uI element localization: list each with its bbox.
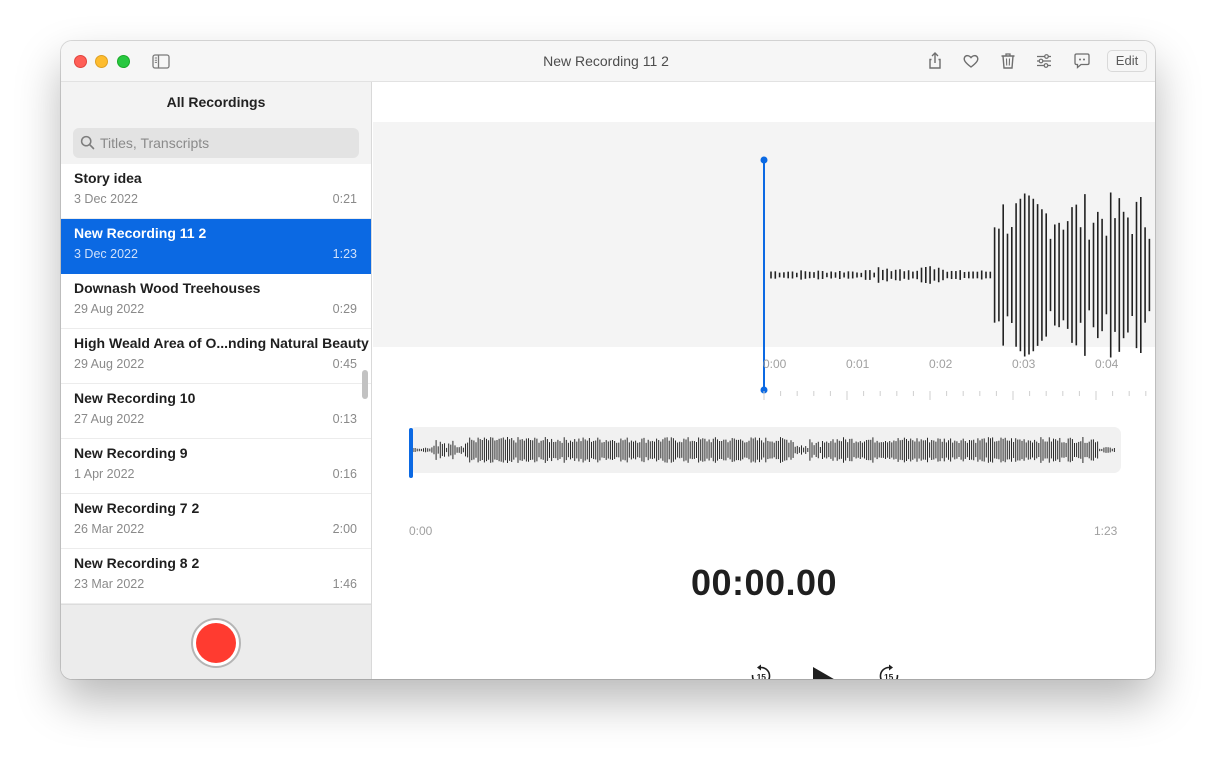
sidebar-header: All Recordings Titles, Transcripts [61,82,371,164]
recording-title: High Weald Area of O...nding Natural Bea… [74,335,369,351]
recording-date: 29 Aug 2022 [74,302,145,316]
recording-title: New Recording 7 2 [74,500,200,516]
recording-title: New Recording 10 [74,390,196,406]
sidebar: All Recordings Titles, Transcripts Story… [61,82,372,679]
skip-back-15-icon[interactable]: 15 [749,664,773,679]
record-button[interactable] [191,618,241,668]
recording-duration: 0:21 [332,192,357,206]
recording-item[interactable]: Downash Wood Treehouses 29 Aug 2022 0:29 [61,274,371,329]
search-placeholder: Titles, Transcripts [100,135,210,151]
skip-forward-label: 15 [884,672,894,679]
recording-duration: 1:46 [332,577,357,591]
overview-waveform[interactable] [409,427,1121,481]
timeline-tick: 0:01 [846,357,870,371]
overview-start-time: 0:00 [409,524,433,538]
timeline-tick: 0:03 [1012,357,1036,371]
sliders-icon[interactable] [1034,51,1054,71]
heart-icon[interactable] [961,51,981,71]
recording-title: Story idea [74,170,142,186]
recording-item[interactable]: New Recording 10 27 Aug 2022 0:13 [61,384,371,439]
recording-title: New Recording 8 2 [74,555,200,571]
share-icon[interactable] [925,51,945,71]
voice-memos-window: New Recording 11 2 Edit All Recordings T… [61,41,1155,679]
recording-duration: 2:00 [332,522,357,536]
recording-title: Downash Wood Treehouses [74,280,261,296]
player-pane: 0:00 0:01 0:02 0:03 0:04 0:00 1:23 00:00… [373,82,1155,679]
sidebar-toggle-icon[interactable] [152,54,170,69]
recording-item[interactable]: Story idea 3 Dec 2022 0:21 [61,164,371,219]
window-title: New Recording 11 2 [543,53,669,69]
recording-item[interactable]: New Recording 8 2 23 Mar 2022 1:46 [61,549,371,604]
recording-item-selected[interactable]: New Recording 11 2 3 Dec 2022 1:23 [61,219,371,274]
sidebar-footer [61,604,371,679]
recording-duration: 1:23 [332,247,357,261]
recording-date: 27 Aug 2022 [74,412,145,426]
recording-duration: 0:13 [332,412,357,426]
search-field[interactable]: Titles, Transcripts [73,128,359,158]
timeline-tick: 0:00 [763,357,787,371]
recording-date: 23 Mar 2022 [74,577,145,591]
trash-icon[interactable] [998,51,1018,71]
close-window-button[interactable] [74,55,87,68]
sidebar-title: All Recordings [166,94,266,110]
recording-date: 3 Dec 2022 [74,192,138,206]
time-display: 00:00.00 [690,562,838,603]
skip-forward-15-icon[interactable]: 15 [877,664,901,679]
recording-duration: 0:16 [332,467,357,481]
recording-date: 26 Mar 2022 [74,522,145,536]
recording-title: New Recording 11 2 [74,225,207,241]
playhead-handle[interactable] [760,156,768,164]
timeline-tick: 0:02 [929,357,953,371]
edit-button[interactable]: Edit [1107,50,1147,72]
recordings-list: Story idea 3 Dec 2022 0:21 New Recording… [61,164,371,604]
recording-item[interactable]: New Recording 7 2 26 Mar 2022 2:00 [61,494,371,549]
search-icon [80,135,95,150]
recording-item[interactable]: High Weald Area of O...nding Natural Bea… [61,329,371,384]
record-dot-icon [196,623,236,663]
recording-duration: 0:29 [332,302,357,316]
skip-back-label: 15 [757,672,767,679]
title-bar: New Recording 11 2 Edit [61,41,1155,82]
timeline-tick: 0:04 [1095,357,1119,371]
recording-date: 29 Aug 2022 [74,357,145,371]
recording-date: 3 Dec 2022 [74,247,138,261]
recording-date: 1 Apr 2022 [74,467,135,481]
list-scrollbar[interactable] [362,370,368,399]
transcript-icon[interactable] [1072,51,1092,71]
recording-title: New Recording 9 [74,445,188,461]
play-icon[interactable] [811,666,841,679]
zoom-window-button[interactable] [117,55,130,68]
recording-item[interactable]: New Recording 9 1 Apr 2022 0:16 [61,439,371,494]
overview-playhead[interactable] [409,428,413,478]
overview-end-time: 1:23 [1094,524,1118,538]
minimize-window-button[interactable] [95,55,108,68]
recording-duration: 0:45 [332,357,357,371]
